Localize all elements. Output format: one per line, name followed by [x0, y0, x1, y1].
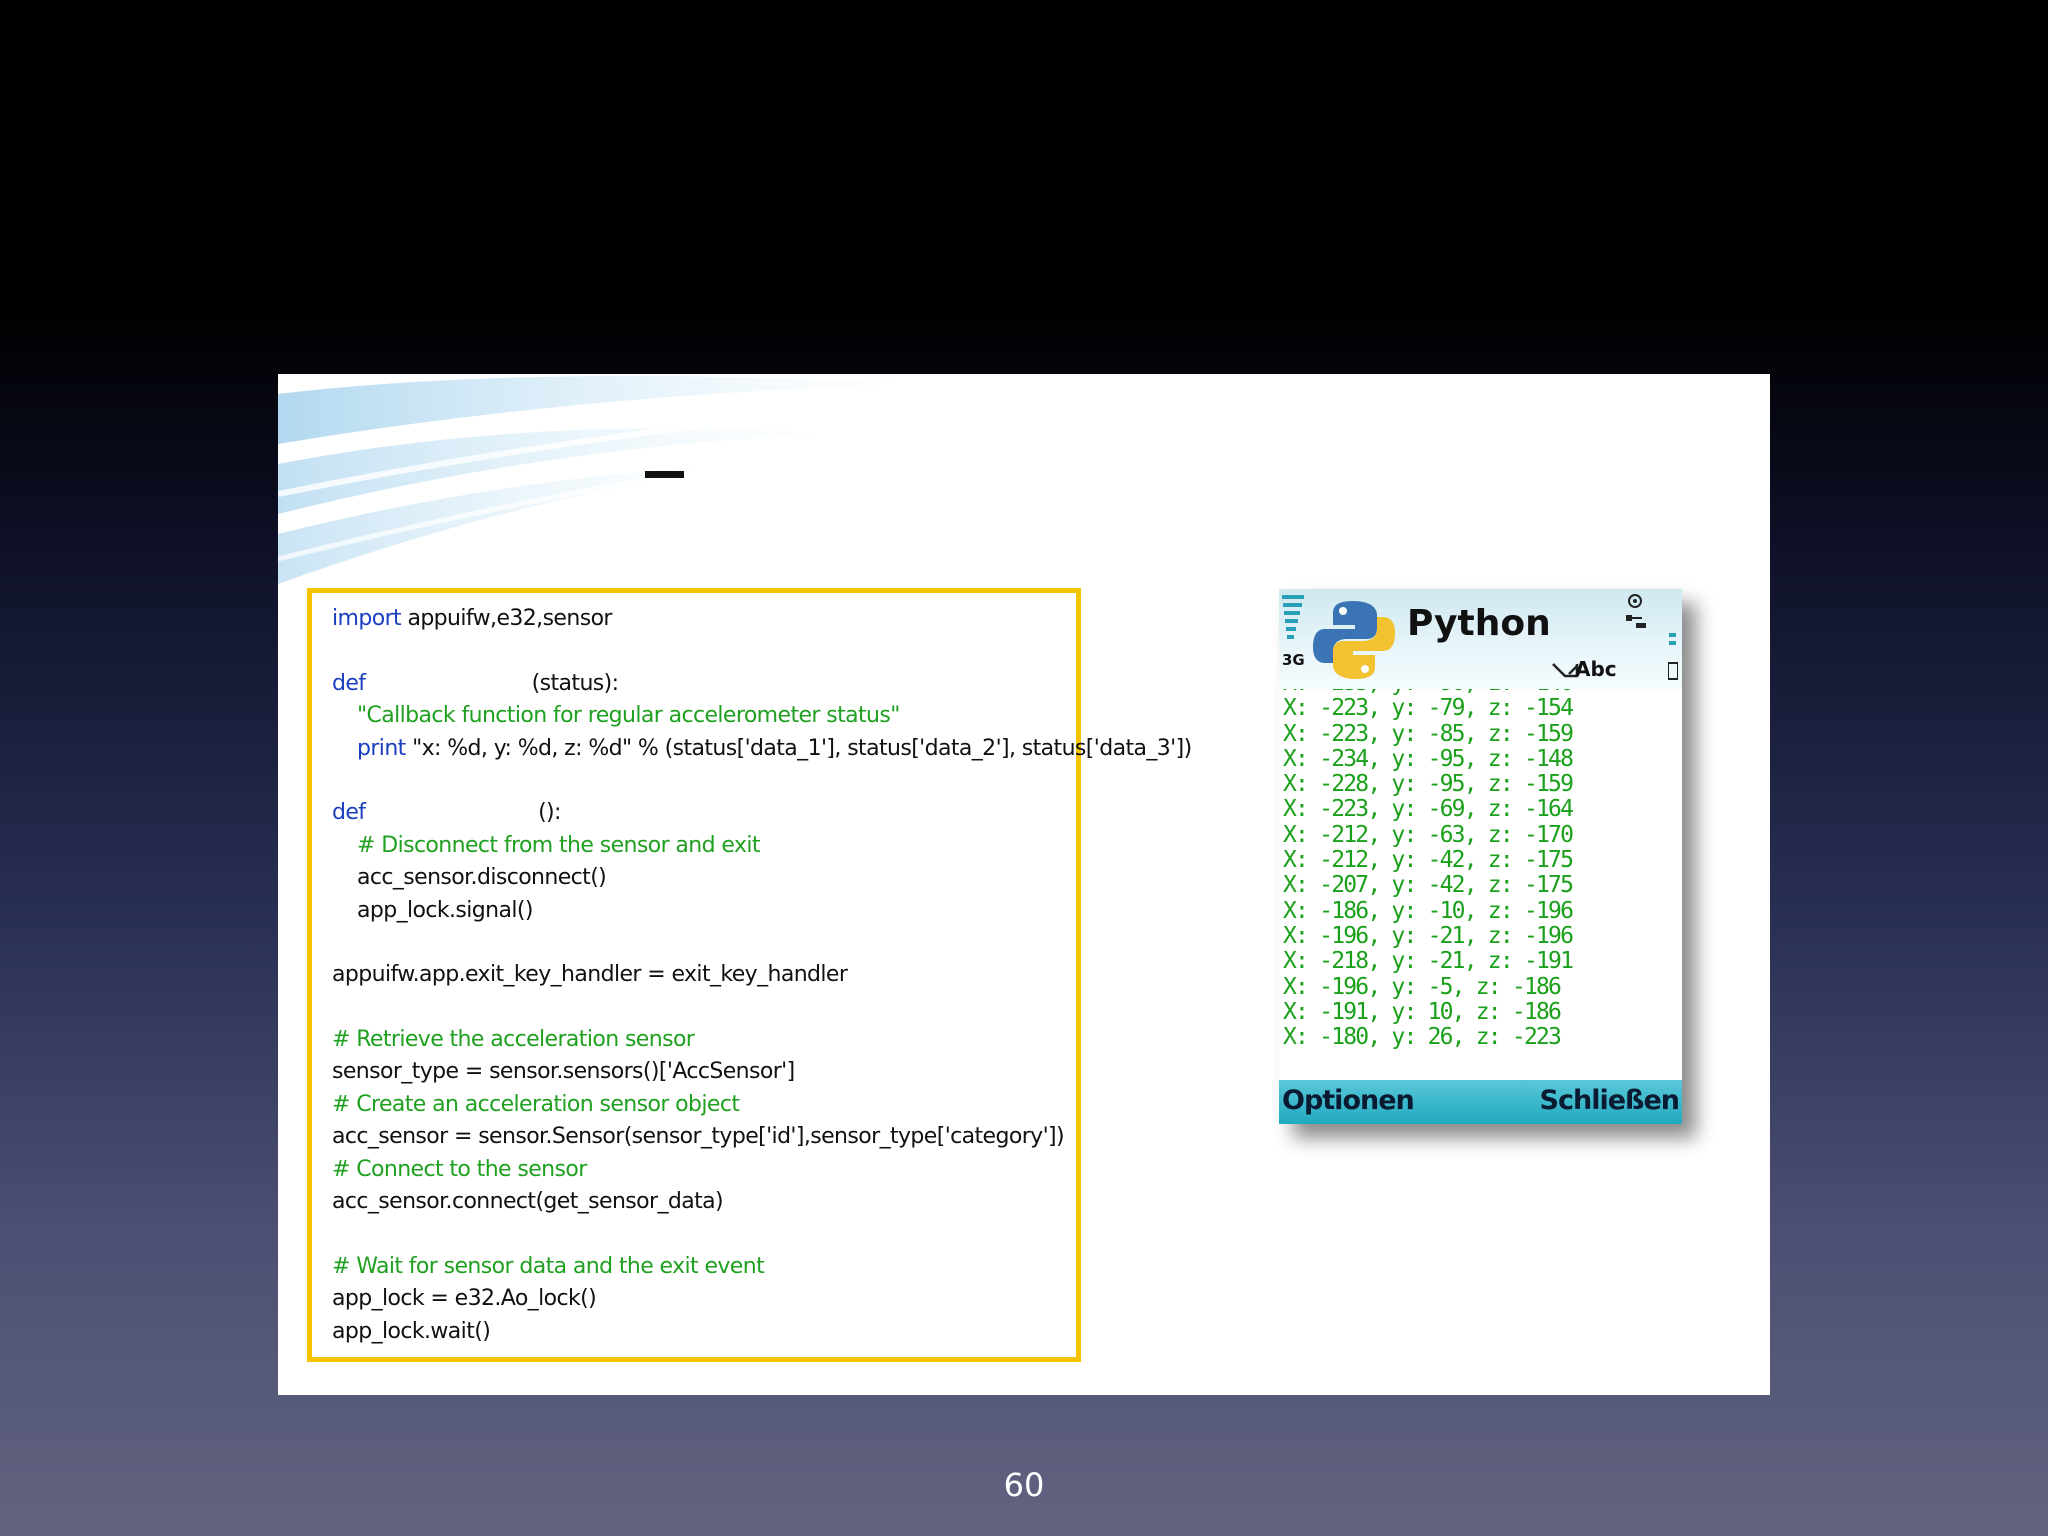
output-line: X: -228, y: -95, z: -159 — [1283, 771, 1574, 798]
code-line: app_lock.wait() — [332, 1316, 1076, 1348]
signal-strength-icon — [1282, 595, 1304, 639]
slide-background-swoosh — [278, 376, 918, 584]
title-dash — [645, 471, 684, 478]
output-line: X: -196, y: -5, z: -186 — [1283, 973, 1562, 1000]
phone-header: 3G Python Abc — [1279, 589, 1682, 689]
input-mode-label: Abc — [1575, 657, 1617, 681]
code-line: # Connect to the sensor — [332, 1154, 1076, 1186]
page-number: 60 — [1003, 1466, 1045, 1504]
code-line: def (): — [332, 797, 1076, 829]
code-comment: "Callback function for regular accelerom… — [357, 703, 900, 729]
code-text: app_lock = e32.Ao_lock() — [332, 1286, 597, 1312]
output-line: X: -196, y: -21, z: -196 — [1283, 922, 1574, 949]
battery-icon — [1668, 633, 1678, 680]
output-line: X: -234, y: -95, z: -148 — [1283, 745, 1574, 772]
code-text: acc_sensor.connect(get_sensor_data) — [332, 1189, 724, 1215]
code-line: sensor_type = sensor.sensors()['AccSenso… — [332, 1056, 1076, 1088]
code-comment: # Create an acceleration sensor object — [332, 1091, 740, 1117]
code-keyword: import — [332, 606, 402, 631]
code-line: acc_sensor.connect(get_sensor_data) — [332, 1186, 1076, 1218]
output-line: X: -212, y: -42, z: -175 — [1283, 847, 1574, 874]
code-line: acc_sensor.disconnect() — [332, 862, 1076, 894]
output-line: X: -223, y: -69, z: -164 — [1283, 796, 1574, 823]
connectivity-icon — [1626, 594, 1646, 628]
close-softkey[interactable]: Schließen — [1540, 1085, 1680, 1116]
code-comment: # Wait for sensor data and the exit even… — [332, 1253, 765, 1279]
output-line: X: -218, y: -21, z: -191 — [1283, 948, 1574, 975]
code-line: print "x: %d, y: %d, z: %d" % (status['d… — [332, 733, 1192, 765]
code-line: # Retrieve the acceleration sensor — [332, 1024, 1076, 1056]
code-text: app_lock.signal() — [357, 897, 533, 923]
output-line: X: -212, y: -63, z: -170 — [1283, 821, 1574, 848]
output-line: X: -223, y: -79, z: -154 — [1283, 695, 1574, 722]
code-text: acc_sensor.disconnect() — [357, 865, 607, 891]
code-line: "Callback function for regular accelerom… — [332, 700, 1076, 732]
softkey-bar: Optionen Schließen — [1279, 1080, 1682, 1124]
python-logo-icon — [1313, 601, 1395, 679]
code-line: acc_sensor = sensor.Sensor(sensor_type['… — [332, 1121, 1076, 1153]
code-text: appuifw.app.exit_key_handler = exit_key_… — [332, 962, 848, 988]
code-line: app_lock.signal() — [332, 895, 1076, 927]
app-title: Python — [1407, 603, 1551, 644]
code-line: # Disconnect from the sensor and exit — [332, 830, 1076, 862]
code-line: # Create an acceleration sensor object — [332, 1089, 1076, 1121]
output-line: X: -191, y: 10, z: -186 — [1283, 998, 1562, 1025]
code-text: (status): — [365, 670, 619, 696]
output-line: X: -180, y: 26, z: -223 — [1283, 1024, 1562, 1051]
slide: import appuifw,e32,sensor def (status): "C… — [278, 374, 1770, 1395]
code-text: (): — [365, 800, 561, 826]
code-text: "x: %d, y: %d, z: %d" % (status['data_1'… — [405, 735, 1192, 761]
code-listing: import appuifw,e32,sensor def (status): "C… — [307, 588, 1192, 1362]
code-line: appuifw.app.exit_key_handler = exit_key_… — [332, 959, 1076, 991]
output-line: X: -207, y: -42, z: -175 — [1283, 872, 1574, 899]
code-line: import appuifw,e32,sensor — [332, 603, 1076, 635]
phone-screenshot: 3G Python Abc X: -223, y: -79, z: -154 X… — [1279, 589, 1682, 1124]
code-comment: # Disconnect from the sensor and exit — [357, 832, 761, 858]
code-text: appuifw,e32,sensor — [401, 606, 612, 631]
code-text: sensor_type = sensor.sensors()['AccSenso… — [332, 1059, 795, 1085]
output-line: X: -186, y: -10, z: -196 — [1283, 897, 1574, 924]
code-text: acc_sensor = sensor.Sensor(sensor_type['… — [332, 1124, 1065, 1150]
code-comment: # Retrieve the acceleration sensor — [332, 1027, 695, 1053]
code-comment: # Connect to the sensor — [332, 1156, 587, 1182]
options-softkey[interactable]: Optionen — [1282, 1085, 1415, 1116]
code-keyword: print — [357, 735, 406, 761]
output-line: X: -223, y: -85, z: -159 — [1283, 720, 1574, 747]
sensor-output-log: X: -233, y: -90, z: -140X: -223, y: -79,… — [1283, 689, 1678, 1074]
code-line: def (status): — [332, 668, 1076, 700]
code-line: app_lock = e32.Ao_lock() — [332, 1283, 1076, 1315]
network-type-label: 3G — [1282, 651, 1305, 669]
code-keyword: def — [332, 800, 366, 826]
code-line: # Wait for sensor data and the exit even… — [332, 1251, 1076, 1283]
code-keyword: def — [332, 670, 366, 696]
code-text: app_lock.wait() — [332, 1318, 491, 1344]
